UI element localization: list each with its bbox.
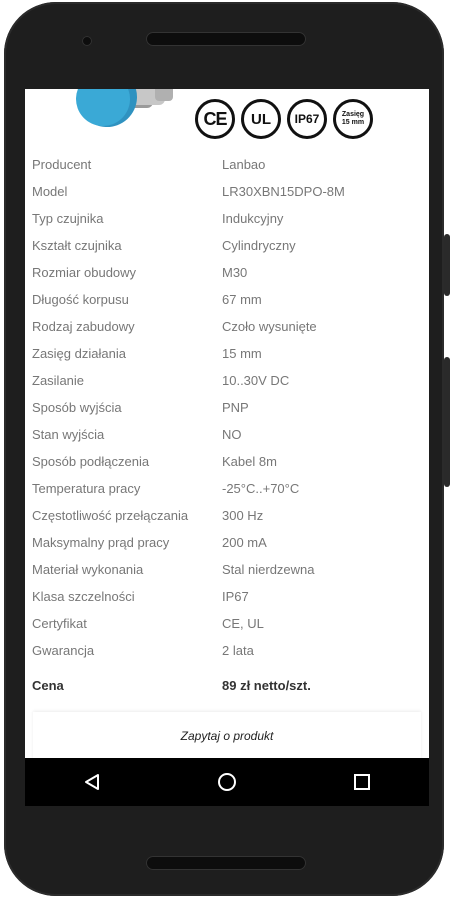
spec-label: Zasięg działania bbox=[32, 346, 126, 361]
spec-row: Model LR30XBN15DPO-8M bbox=[25, 178, 429, 205]
spec-value: Kabel 8m bbox=[222, 454, 277, 469]
back-triangle-icon[interactable] bbox=[72, 762, 112, 802]
spec-value: Czoło wysunięte bbox=[222, 319, 317, 334]
spec-label: Producent bbox=[32, 157, 92, 172]
spec-value: Cylindryczny bbox=[222, 238, 296, 253]
spec-row: Stan wyjścia NO bbox=[25, 421, 429, 448]
spec-row: Producent Lanbao bbox=[25, 151, 429, 178]
sensor-image bbox=[76, 89, 173, 127]
spec-label: Częstotliwość przełączania bbox=[32, 508, 189, 523]
spec-label: Kształt czujnika bbox=[32, 238, 122, 253]
spec-label: Temperatura pracy bbox=[32, 481, 141, 496]
price-label: Cena bbox=[32, 678, 64, 693]
spec-row: Sposób wyjścia PNP bbox=[25, 394, 429, 421]
front-camera bbox=[82, 36, 92, 46]
spec-value: PNP bbox=[222, 400, 249, 415]
spec-label: Typ czujnika bbox=[32, 211, 104, 226]
spec-row: Kształt czujnika Cylindryczny bbox=[25, 232, 429, 259]
spec-row: Sposób podłączenia Kabel 8m bbox=[25, 448, 429, 475]
spec-value: 67 mm bbox=[222, 292, 262, 307]
spec-label: Stan wyjścia bbox=[32, 427, 105, 442]
price-row: Cena 89 zł netto/szt. bbox=[25, 672, 429, 699]
spec-label: Rozmiar obudowy bbox=[32, 265, 137, 280]
android-nav-bar bbox=[25, 758, 429, 806]
spec-label: Certyfikat bbox=[32, 616, 87, 631]
spec-label: Długość korpusu bbox=[32, 292, 129, 307]
price-value: 89 zł netto/szt. bbox=[222, 678, 311, 693]
spec-value: M30 bbox=[222, 265, 248, 280]
spec-row: Klasa szczelności IP67 bbox=[25, 583, 429, 610]
spec-value: CE, UL bbox=[222, 616, 264, 631]
spec-row: Typ czujnika Indukcyjny bbox=[25, 205, 429, 232]
spec-value: Stal nierdzewna bbox=[222, 562, 315, 577]
spec-value: IP67 bbox=[222, 589, 249, 604]
ce-badge: CE bbox=[195, 99, 235, 139]
ul-badge: UL bbox=[241, 99, 281, 139]
spec-row: Materiał wykonania Stal nierdzewna bbox=[25, 556, 429, 583]
spec-row: Certyfikat CE, UL bbox=[25, 610, 429, 637]
spec-row: Zasilanie 10..30V DC bbox=[25, 367, 429, 394]
certification-badges: CE UL IP67 Zasięg 15 mm bbox=[195, 99, 373, 139]
spec-value: 300 Hz bbox=[222, 508, 264, 523]
spec-row: Zasięg działania 15 mm bbox=[25, 340, 429, 367]
spec-row: Rodzaj zabudowy Czoło wysunięte bbox=[25, 313, 429, 340]
power-button bbox=[444, 234, 450, 296]
top-speaker bbox=[146, 32, 306, 46]
spec-table: Producent Lanbao Model LR30XBN15DPO-8M Typ… bbox=[25, 151, 429, 699]
spec-row: Długość korpusu 67 mm bbox=[25, 286, 429, 313]
volume-button bbox=[444, 357, 450, 487]
spec-row: Gwarancja 2 lata bbox=[25, 637, 429, 664]
spec-label: Klasa szczelności bbox=[32, 589, 135, 604]
spec-value: 15 mm bbox=[222, 346, 262, 361]
spec-row: Rozmiar obudowy M30 bbox=[25, 259, 429, 286]
recents-square-icon[interactable] bbox=[342, 762, 382, 802]
spec-row: Maksymalny prąd pracy 200 mA bbox=[25, 529, 429, 556]
spec-value: 200 mA bbox=[222, 535, 267, 550]
spec-value: NO bbox=[222, 427, 242, 442]
spec-value: Lanbao bbox=[222, 157, 266, 172]
spec-value: -25°C..+70°C bbox=[222, 481, 300, 496]
product-header: CE UL IP67 Zasięg 15 mm bbox=[25, 89, 429, 151]
spec-label: Model bbox=[32, 184, 68, 199]
spec-label: Rodzaj zabudowy bbox=[32, 319, 135, 334]
spec-value: 2 lata bbox=[222, 643, 254, 658]
spec-label: Zasilanie bbox=[32, 373, 85, 388]
screen: CE UL IP67 Zasięg 15 mm Producent Lanbao M… bbox=[25, 89, 429, 806]
spec-label: Maksymalny prąd pracy bbox=[32, 535, 170, 550]
spec-value: LR30XBN15DPO-8M bbox=[222, 184, 345, 199]
spec-label: Gwarancja bbox=[32, 643, 95, 658]
home-circle-icon[interactable] bbox=[207, 762, 247, 802]
spec-value: Indukcyjny bbox=[222, 211, 284, 226]
spec-label: Materiał wykonania bbox=[32, 562, 144, 577]
bottom-speaker bbox=[146, 856, 306, 870]
phone-frame: CE UL IP67 Zasięg 15 mm Producent Lanbao M… bbox=[4, 2, 450, 896]
ip67-badge: IP67 bbox=[287, 99, 327, 139]
ask-about-product-button[interactable]: Zapytaj o produkt bbox=[33, 712, 421, 760]
range-badge: Zasięg 15 mm bbox=[333, 99, 373, 139]
spec-label: Sposób podłączenia bbox=[32, 454, 150, 469]
spec-row: Częstotliwość przełączania 300 Hz bbox=[25, 502, 429, 529]
spec-row: Temperatura pracy -25°C..+70°C bbox=[25, 475, 429, 502]
spec-label: Sposób wyjścia bbox=[32, 400, 122, 415]
spec-value: 10..30V DC bbox=[222, 373, 290, 388]
